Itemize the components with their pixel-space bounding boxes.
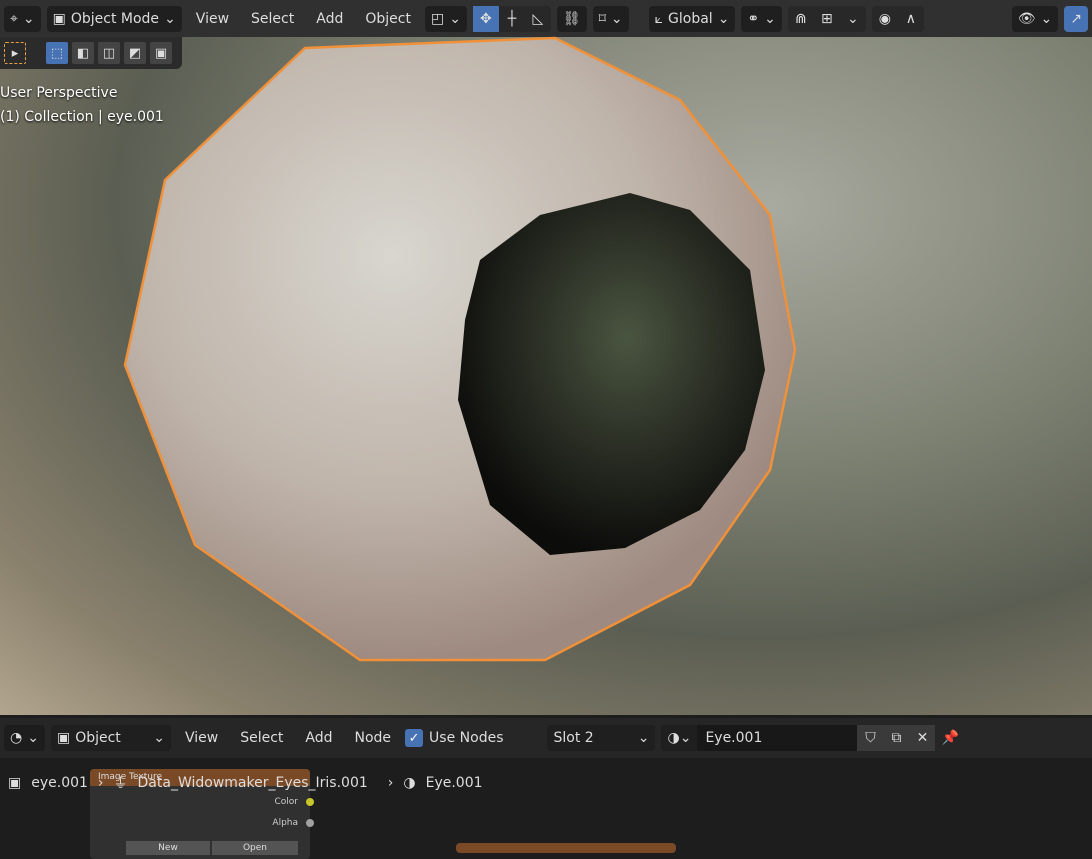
- close-icon[interactable]: ✕: [909, 725, 936, 751]
- shader-type-dropdown[interactable]: ▣ Object ⌄: [50, 725, 171, 751]
- object-icon: ▣: [56, 730, 71, 746]
- select-intersect-icon[interactable]: ▣: [150, 42, 172, 64]
- material-name-field[interactable]: Eye.001: [697, 725, 858, 751]
- perspective-label: User Perspective: [0, 85, 118, 101]
- use-nodes-checkbox[interactable]: ✓: [405, 729, 424, 747]
- select-subtract-icon[interactable]: ◫: [98, 42, 120, 64]
- editor-type-button[interactable]: ◔ ⌄: [4, 725, 45, 751]
- mesh-icon: ⏚: [113, 776, 128, 792]
- output-color: Color: [274, 797, 299, 807]
- open-image-button[interactable]: Open: [212, 841, 298, 855]
- select-extend-icon[interactable]: ◧: [72, 42, 94, 64]
- material-icon[interactable]: ◑⌄: [661, 730, 697, 746]
- node-editor-icon: ◔: [10, 730, 23, 746]
- use-nodes-label: Use Nodes: [429, 730, 504, 746]
- 3d-viewport[interactable]: User Perspective (1) Collection | eye.00…: [0, 36, 1092, 715]
- breadcrumb-material: Eye.001: [425, 775, 483, 791]
- select-tool-icon[interactable]: ▸: [4, 42, 26, 64]
- menu-add[interactable]: Add: [297, 730, 340, 746]
- material-selector: ◑⌄ Eye.001 ⛉ ⧉ ✕: [661, 725, 936, 751]
- menu-select[interactable]: Select: [232, 730, 291, 746]
- eye-mesh: [123, 36, 797, 662]
- output-alpha: Alpha: [272, 818, 298, 828]
- duplicate-icon[interactable]: ⧉: [883, 725, 910, 751]
- slot-dropdown[interactable]: Slot 2 ⌄: [547, 725, 656, 751]
- select-invert-icon[interactable]: ◩: [124, 42, 146, 64]
- select-new-icon[interactable]: ⬚: [46, 42, 68, 64]
- select-mode-toolbar: ▸ ⬚ ◧ ◫ ◩ ▣: [0, 37, 182, 69]
- object-icon: ▣: [8, 775, 22, 791]
- material-icon: ◑: [403, 775, 416, 791]
- alpha-socket[interactable]: [306, 819, 314, 827]
- shader-node[interactable]: [456, 843, 676, 853]
- chevron-right-icon: ›: [97, 775, 104, 791]
- slot-label: Slot 2: [553, 730, 594, 746]
- color-socket[interactable]: [306, 798, 314, 806]
- pin-icon[interactable]: 📌: [941, 730, 958, 746]
- breadcrumb-object: eye.001: [31, 775, 88, 791]
- node-editor-header: ◔ ⌄ ▣ Object ⌄ View Select Add Node ✓ Use N…: [0, 718, 1092, 758]
- shader-type-label: Object: [75, 730, 121, 746]
- breadcrumb: ▣ eye.001 › ⏚ Data_Widowmaker_Eyes_Iris.…: [8, 773, 483, 793]
- breadcrumb-mesh: Data_Widowmaker_Eyes_Iris.001: [137, 775, 368, 791]
- shield-icon[interactable]: ⛉: [857, 725, 884, 751]
- collection-label: (1) Collection | eye.001: [0, 109, 164, 125]
- new-image-button[interactable]: New: [126, 841, 210, 855]
- chevron-right-icon: ›: [387, 775, 394, 791]
- menu-node[interactable]: Node: [347, 730, 400, 746]
- menu-view[interactable]: View: [177, 730, 226, 746]
